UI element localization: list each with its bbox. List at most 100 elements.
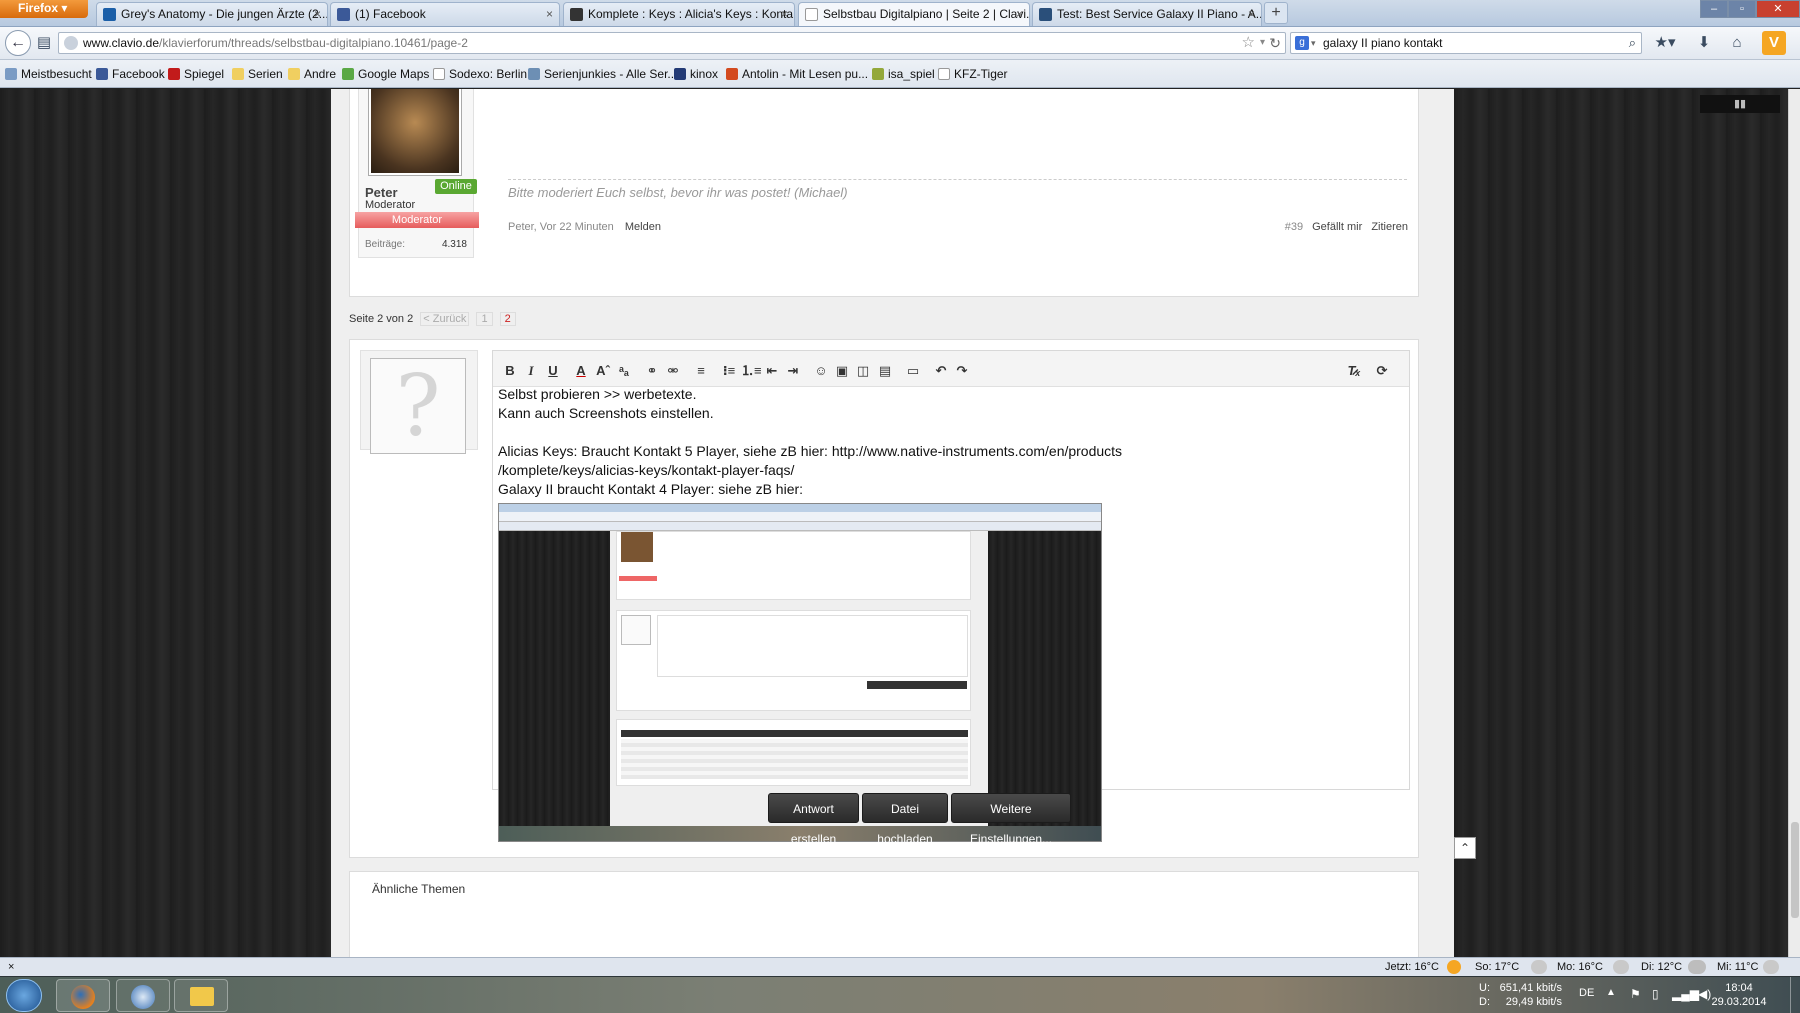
search-icon[interactable]: ⌕ <box>1629 33 1636 53</box>
reload-icon[interactable]: ↻ <box>1269 33 1281 53</box>
bookmark-meistbesucht[interactable]: Meistbesucht <box>5 66 92 82</box>
bookmarks-menu-icon[interactable]: ★▾ <box>1650 33 1680 53</box>
font-family-icon[interactable]: ᵃₐ <box>615 362 633 380</box>
back-button[interactable]: ← <box>5 30 31 56</box>
scrollbar-thumb[interactable] <box>1791 822 1799 918</box>
undo-icon[interactable]: ↶ <box>932 362 950 380</box>
home-icon[interactable]: ⌂ <box>1727 33 1747 53</box>
close-tab-icon[interactable]: × <box>781 3 788 26</box>
page-link-1[interactable]: 1 <box>476 312 493 326</box>
google-icon[interactable]: g <box>1295 36 1309 50</box>
unlink-icon[interactable]: ⚮ <box>664 362 682 380</box>
toggle-bbcode-icon[interactable]: ⟳ <box>1373 362 1391 380</box>
close-tab-icon[interactable]: × <box>314 3 321 26</box>
downloads-icon[interactable]: ⬇ <box>1694 33 1714 53</box>
bold-icon[interactable]: B <box>501 362 519 380</box>
taskbar-thunderbird[interactable] <box>116 979 170 1012</box>
numbered-list-icon[interactable]: ⒈≡ <box>741 362 762 380</box>
redo-icon[interactable]: ↷ <box>953 362 971 380</box>
link-icon[interactable]: ⚭ <box>643 362 661 380</box>
addon-icon[interactable]: V <box>1762 31 1786 55</box>
font-size-icon[interactable]: Aˆ <box>594 362 612 380</box>
taskbar-firefox[interactable] <box>56 979 110 1012</box>
url-bar[interactable]: www.clavio.de/klavierforum/threads/selbs… <box>58 32 1286 54</box>
bookmark-google-maps[interactable]: Google Maps <box>342 66 429 82</box>
weather-monday[interactable]: Mo: 16°C <box>1557 958 1603 976</box>
battery-icon[interactable]: ▯ <box>1652 987 1659 1001</box>
bookmark-serienjunkies[interactable]: Serienjunkies - Alle Ser... <box>528 66 677 82</box>
report-link[interactable]: Melden <box>625 221 661 233</box>
bookmark-sodexo[interactable]: Sodexo: Berlin <box>433 66 527 82</box>
bookmark-spiegel[interactable]: Spiegel <box>168 66 224 82</box>
bookmark-serien[interactable]: Serien <box>232 66 283 82</box>
weather-tuesday[interactable]: Di: 12°C <box>1641 958 1682 976</box>
close-tab-icon[interactable]: × <box>1248 3 1255 26</box>
language-indicator[interactable]: DE <box>1579 987 1594 999</box>
bookmark-star-icon[interactable]: ☆ <box>1242 33 1255 53</box>
reply-user-info: ? <box>360 350 478 454</box>
new-tab-button[interactable]: + <box>1264 2 1288 24</box>
smiley-icon[interactable]: ☺ <box>812 362 830 380</box>
image-icon[interactable]: ▣ <box>833 362 851 380</box>
prev-page-link[interactable]: < Zurück <box>420 312 470 326</box>
username[interactable]: Peter <box>365 185 398 200</box>
tab-selbstbau[interactable]: Selbstbau Digitalpiano | Seite 2 | Clavi… <box>798 2 1030 26</box>
avatar[interactable] <box>369 89 461 175</box>
page-link-2[interactable]: 2 <box>499 312 516 326</box>
post-number[interactable]: #39 <box>1285 221 1303 233</box>
bookmark-andre[interactable]: Andre <box>288 66 336 82</box>
flag-icon[interactable]: ⚑ <box>1630 987 1641 1001</box>
bookmark-kinox[interactable]: kinox <box>674 66 718 82</box>
tab-greys-anatomy[interactable]: Grey's Anatomy - Die jungen Ärzte (2... × <box>96 2 328 26</box>
minimize-button[interactable]: – <box>1700 0 1728 18</box>
media-icon[interactable]: ◫ <box>854 362 872 380</box>
search-engine-dropdown-icon[interactable]: ▾ <box>1311 33 1316 53</box>
upload-file-button[interactable]: Datei hochladen <box>862 793 948 846</box>
clear-format-icon[interactable]: T̷ₓ <box>1345 362 1363 380</box>
start-button[interactable] <box>6 979 42 1012</box>
maximize-button[interactable]: ▫ <box>1728 0 1756 18</box>
bookmark-isa-spiel[interactable]: isa_spiel <box>872 66 935 82</box>
text-color-icon[interactable]: A <box>572 362 590 380</box>
close-tab-icon[interactable]: × <box>546 3 553 26</box>
scroll-to-top-button[interactable]: ⌃ <box>1454 837 1476 859</box>
taskbar-explorer[interactable] <box>174 979 228 1012</box>
bookmark-facebook[interactable]: Facebook <box>96 66 165 82</box>
sun-icon <box>1447 960 1461 974</box>
underline-icon[interactable]: U <box>544 362 562 380</box>
close-tab-icon[interactable]: × <box>1016 3 1023 26</box>
post-author-time[interactable]: Peter, Vor 22 Minuten <box>508 221 614 233</box>
forward-menu-icon[interactable]: ▤ <box>34 33 54 53</box>
indent-icon[interactable]: ⇥ <box>784 362 802 380</box>
signal-icon[interactable]: ▂▄▆ <box>1672 987 1699 1001</box>
outdent-icon[interactable]: ⇤ <box>763 362 781 380</box>
weather-wednesday[interactable]: Mi: 11°C <box>1717 958 1758 976</box>
show-hidden-icons[interactable]: ▲ <box>1606 987 1616 998</box>
tab-galaxy-test[interactable]: Test: Best Service Galaxy II Piano - A..… <box>1032 2 1262 26</box>
weather-sunday[interactable]: So: 17°C <box>1475 958 1519 976</box>
italic-icon[interactable]: I <box>522 362 540 380</box>
like-link[interactable]: Gefällt mir <box>1312 221 1362 233</box>
reply-button[interactable]: Antwort erstellen <box>768 793 859 846</box>
embedded-screenshot[interactable] <box>498 503 1102 842</box>
bookmark-kfz-tiger[interactable]: KFZ-Tiger <box>938 66 1008 82</box>
tab-facebook[interactable]: (1) Facebook × <box>330 2 560 26</box>
page-scrollbar[interactable] <box>1788 89 1800 957</box>
save-draft-icon[interactable]: ▭ <box>904 362 922 380</box>
align-icon[interactable]: ≡ <box>692 362 710 380</box>
weather-now[interactable]: Jetzt: 16°C <box>1385 958 1439 976</box>
dropdown-arrow-icon[interactable]: ▾ <box>1260 33 1265 53</box>
quote-link[interactable]: Zitieren <box>1371 221 1408 233</box>
tab-komplete[interactable]: Komplete : Keys : Alicia's Keys : Konta.… <box>563 2 795 26</box>
window-close-button[interactable]: ✕ <box>1756 0 1800 18</box>
system-clock[interactable]: 18:04 29.03.2014 <box>1704 981 1774 1009</box>
bullet-list-icon[interactable]: ⁝≡ <box>720 362 738 380</box>
firefox-menu-button[interactable]: Firefox ▾ <box>0 0 88 18</box>
search-bar[interactable]: g ▾ galaxy II piano kontakt ⌕ <box>1290 32 1642 54</box>
close-addon-bar-icon[interactable]: × <box>8 958 14 976</box>
insert-icon[interactable]: ▤ <box>876 362 894 380</box>
bookmark-antolin[interactable]: Antolin - Mit Lesen pu... <box>726 66 868 82</box>
panel-toggle-icon[interactable]: ▮▮ <box>1700 95 1780 113</box>
more-options-button[interactable]: Weitere Einstellungen... <box>951 793 1071 846</box>
show-desktop-button[interactable] <box>1790 977 1800 1013</box>
